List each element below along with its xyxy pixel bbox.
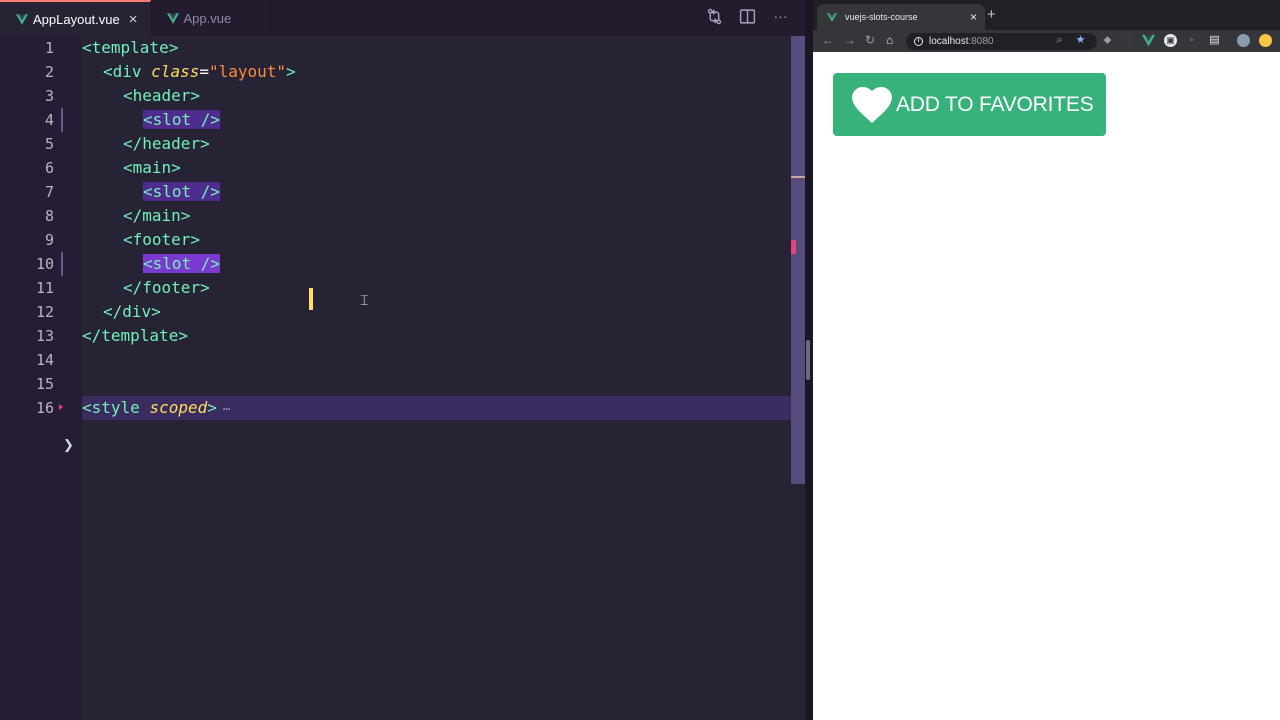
- vue-file-icon: [166, 12, 179, 24]
- page-viewport: ADD TO FAVORITES: [813, 52, 1280, 720]
- more-actions-icon[interactable]: ···: [772, 8, 789, 25]
- browser-toolbar: ← → ↻ ⌂ i localhost:8080 ⌕ ★ ⬥ ◌ ▣ ▪ ▤: [813, 30, 1280, 52]
- add-to-favorites-label: ADD TO FAVORITES: [896, 92, 1094, 116]
- heart-icon: [852, 86, 892, 123]
- new-tab-icon[interactable]: +: [987, 6, 996, 23]
- text-cursor: [309, 288, 313, 310]
- line-number: 3: [44, 87, 54, 105]
- back-icon[interactable]: ←: [822, 33, 834, 47]
- address-bar[interactable]: i localhost:8080: [906, 33, 1097, 50]
- tab-label: App.vue: [183, 10, 232, 26]
- line-number: 14: [35, 351, 54, 369]
- reload-icon[interactable]: ↻: [865, 33, 875, 47]
- code-line: </footer>: [123, 278, 210, 297]
- line-number: 4: [44, 111, 54, 129]
- ibeam-cursor-icon: ⌶: [360, 292, 369, 308]
- vue-devtools-icon[interactable]: [1142, 34, 1155, 47]
- line-number: 5: [44, 135, 54, 153]
- modified-line-marker: [61, 252, 63, 276]
- line-number: 12: [35, 303, 54, 321]
- browser-window: vuejs-slots-course × + ← → ↻ ⌂ i localho…: [813, 0, 1280, 720]
- chevron-right-icon[interactable]: ❯: [63, 437, 74, 453]
- code-line: </header>: [123, 134, 210, 153]
- add-to-favorites-button[interactable]: ADD TO FAVORITES: [833, 73, 1106, 136]
- line-number: 9: [44, 231, 54, 249]
- url-port: :8080: [968, 36, 994, 47]
- line-number: 10: [35, 255, 54, 273]
- overview-ruler-mark: [791, 240, 796, 254]
- vue-favicon-icon: [827, 12, 837, 22]
- compare-changes-icon[interactable]: [706, 8, 723, 25]
- line-number: 8: [44, 207, 54, 225]
- deleted-line-marker: [59, 404, 63, 410]
- home-icon[interactable]: ⌂: [886, 33, 893, 47]
- code-line: </main>: [123, 206, 191, 225]
- overview-ruler-mark: [791, 176, 805, 178]
- modified-line-marker: [61, 108, 63, 132]
- close-tab-icon[interactable]: ×: [129, 12, 138, 27]
- resize-handle[interactable]: [806, 340, 810, 380]
- vue-file-icon: [16, 13, 28, 25]
- line-number-gutter: 1 2 3 4 5 6 7 8 9 10 11 12 13 14 15 16 ❯: [0, 36, 82, 720]
- code-editor: AppLayout.vue × App.vue ··· 1 2 3 4 5 6 …: [0, 0, 805, 720]
- code-line: <footer>: [123, 230, 201, 249]
- editor-actions: ···: [706, 8, 789, 25]
- info-icon[interactable]: i: [914, 37, 923, 46]
- code-line: </div>: [103, 302, 161, 321]
- line-number: 2: [44, 63, 54, 81]
- line-number: 16: [35, 399, 54, 417]
- line-number: 11: [35, 279, 54, 297]
- browser-tab-title: vuejs-slots-course: [845, 12, 918, 22]
- line-number: 13: [35, 327, 54, 345]
- line-number: 6: [44, 159, 54, 177]
- code-area[interactable]: <template> <div class="layout"> <header>…: [82, 36, 791, 720]
- zoom-icon[interactable]: ⌕: [1053, 34, 1066, 47]
- browser-tab[interactable]: vuejs-slots-course ×: [817, 4, 985, 30]
- tab-applayout-vue[interactable]: AppLayout.vue ×: [0, 0, 151, 36]
- tab-label: AppLayout.vue: [33, 11, 120, 27]
- line-number: 1: [44, 39, 54, 57]
- tab-app-vue[interactable]: App.vue: [151, 0, 271, 36]
- forward-icon[interactable]: →: [844, 33, 856, 47]
- extension-icon[interactable]: ▤: [1208, 34, 1221, 47]
- code-line: <template>: [82, 38, 179, 57]
- code-line: </template>: [82, 326, 188, 345]
- url-host: localhost: [929, 36, 969, 47]
- close-tab-icon[interactable]: ×: [970, 10, 977, 24]
- code-line-selected: <slot />: [143, 254, 221, 273]
- extension-icon[interactable]: [1259, 34, 1272, 47]
- line-number: 15: [35, 375, 54, 393]
- editor-scrollbar[interactable]: [791, 36, 805, 484]
- extension-icon[interactable]: ▣: [1164, 34, 1177, 47]
- split-editor-icon[interactable]: [739, 8, 756, 25]
- code-line: <main>: [123, 158, 181, 177]
- extension-icon[interactable]: ▪: [1185, 34, 1198, 47]
- editor-tab-bar: AppLayout.vue × App.vue: [0, 0, 805, 36]
- code-line: <header>: [123, 86, 201, 105]
- extension-icon[interactable]: ◌: [1122, 34, 1135, 47]
- bookmark-star-icon[interactable]: ★: [1074, 34, 1087, 47]
- browser-tab-strip: vuejs-slots-course × +: [813, 0, 1280, 30]
- extension-icon[interactable]: ⬥: [1101, 34, 1114, 47]
- avatar[interactable]: [1237, 34, 1250, 47]
- code-line: <slot />: [143, 110, 221, 129]
- code-line: <slot />: [143, 182, 221, 201]
- code-line: <div class="layout">: [103, 62, 296, 81]
- line-number: 7: [44, 183, 54, 201]
- code-line-folded: <style scoped> ⋯: [82, 398, 231, 417]
